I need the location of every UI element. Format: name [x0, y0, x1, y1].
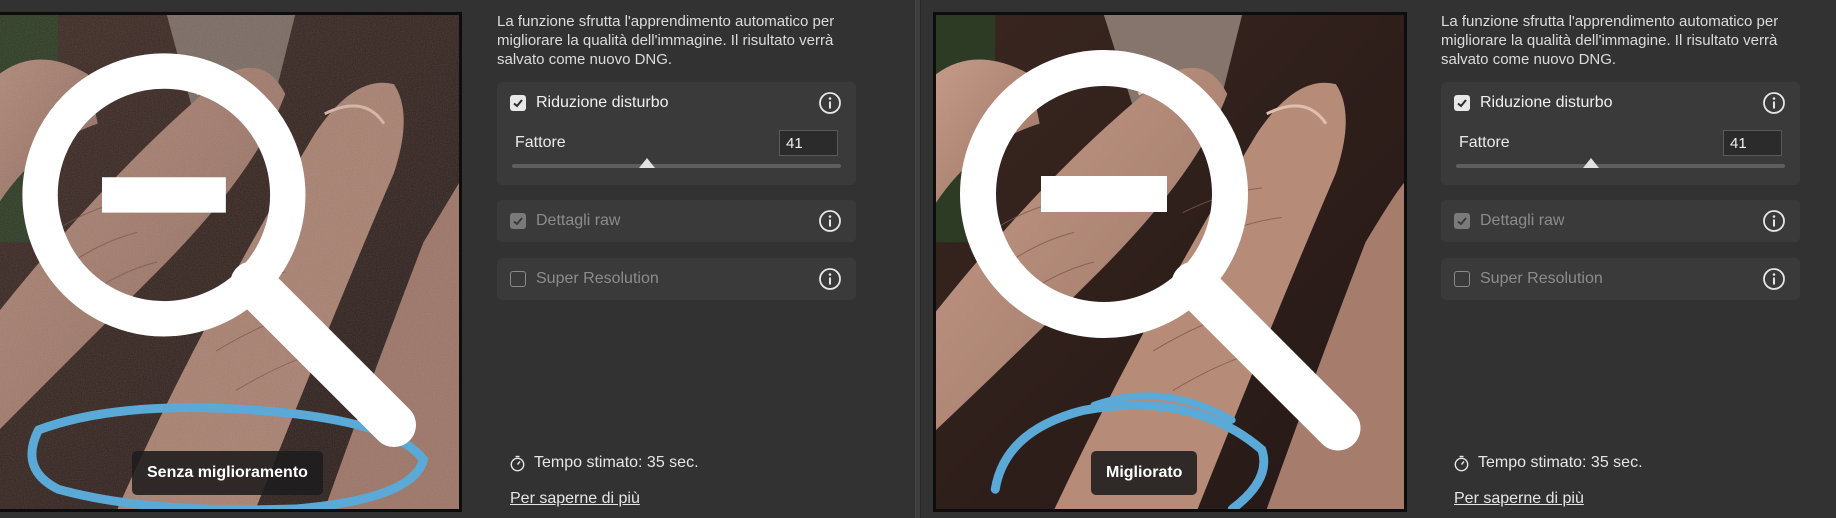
super-resolution-card: Super Resolution: [1441, 258, 1800, 300]
raw-details-toggle[interactable]: Dettagli raw: [1454, 200, 1564, 242]
stopwatch-icon: [1454, 455, 1469, 471]
info-icon[interactable]: [1762, 209, 1786, 233]
super-resolution-toggle[interactable]: Super Resolution: [510, 258, 659, 300]
learn-more-link[interactable]: Per saperne di più: [1454, 490, 1584, 508]
comparison-pane-enhanced: Migliorato La funzione sfrutta l'apprend…: [921, 0, 1836, 518]
factor-slider-thumb[interactable]: [638, 158, 655, 168]
factor-value-field[interactable]: [779, 130, 838, 156]
super-resolution-checkbox[interactable]: [510, 271, 526, 287]
factor-value-field[interactable]: [1723, 130, 1782, 156]
noise-reduction-checkbox[interactable]: [1454, 95, 1470, 111]
info-icon[interactable]: [818, 267, 842, 291]
factor-slider-thumb[interactable]: [1582, 158, 1599, 168]
estimated-time: Tempo stimato: 35 sec.: [509, 454, 699, 472]
super-resolution-card: Super Resolution: [497, 258, 856, 300]
noise-reduction-label: Riduzione disturbo: [1480, 94, 1613, 111]
stopwatch-icon: [510, 455, 525, 471]
raw-details-card: Dettagli raw: [497, 200, 856, 242]
super-resolution-label: Super Resolution: [536, 270, 659, 287]
noise-reduction-label: Riduzione disturbo: [536, 94, 669, 111]
noise-reduction-toggle[interactable]: Riduzione disturbo: [1454, 82, 1613, 124]
checkmark-icon: [1457, 217, 1467, 226]
enhance-settings-panel: La funzione sfrutta l'apprendimento auto…: [1441, 0, 1821, 518]
factor-slider-track[interactable]: [1456, 164, 1785, 168]
checkmark-icon: [513, 99, 523, 108]
factor-slider-track[interactable]: [512, 164, 841, 168]
enhance-settings-panel: La funzione sfrutta l'apprendimento auto…: [497, 0, 877, 518]
super-resolution-toggle[interactable]: Super Resolution: [1454, 258, 1603, 300]
noise-reduction-card: Riduzione disturbo Fattore: [1441, 82, 1800, 185]
learn-more-link[interactable]: Per saperne di più: [510, 490, 640, 508]
photo-preview-original[interactable]: Senza miglioramento: [0, 12, 462, 512]
checkmark-icon: [1457, 99, 1467, 108]
zoom-out-icon[interactable]: [0, 12, 447, 495]
raw-details-toggle[interactable]: Dettagli raw: [510, 200, 620, 242]
raw-details-checkbox[interactable]: [510, 213, 526, 229]
factor-label: Fattore: [515, 134, 566, 151]
raw-details-label: Dettagli raw: [536, 212, 621, 229]
estimated-time: Tempo stimato: 35 sec.: [1453, 454, 1643, 472]
raw-details-label: Dettagli raw: [1480, 212, 1565, 229]
checkmark-icon: [513, 217, 523, 226]
noise-reduction-toggle[interactable]: Riduzione disturbo: [510, 82, 669, 124]
super-resolution-label: Super Resolution: [1480, 270, 1603, 287]
enhance-description: La funzione sfrutta l'apprendimento auto…: [497, 13, 835, 68]
photo-preview-enhanced[interactable]: Migliorato: [933, 12, 1407, 512]
zoom-out-icon[interactable]: [933, 12, 1392, 495]
info-icon[interactable]: [818, 91, 842, 115]
enhance-description: La funzione sfrutta l'apprendimento auto…: [1441, 13, 1779, 68]
factor-label: Fattore: [1459, 134, 1510, 151]
super-resolution-checkbox[interactable]: [1454, 271, 1470, 287]
estimated-time-text: Tempo stimato: 35 sec.: [1478, 454, 1643, 471]
noise-reduction-checkbox[interactable]: [510, 95, 526, 111]
raw-details-card: Dettagli raw: [1441, 200, 1800, 242]
estimated-time-text: Tempo stimato: 35 sec.: [534, 454, 699, 471]
noise-reduction-card: Riduzione disturbo Fattore: [497, 82, 856, 185]
info-icon[interactable]: [1762, 91, 1786, 115]
info-icon[interactable]: [1762, 267, 1786, 291]
info-icon[interactable]: [818, 209, 842, 233]
comparison-pane-original: Senza miglioramento La funzione sfrutta …: [0, 0, 915, 518]
raw-details-checkbox[interactable]: [1454, 213, 1470, 229]
